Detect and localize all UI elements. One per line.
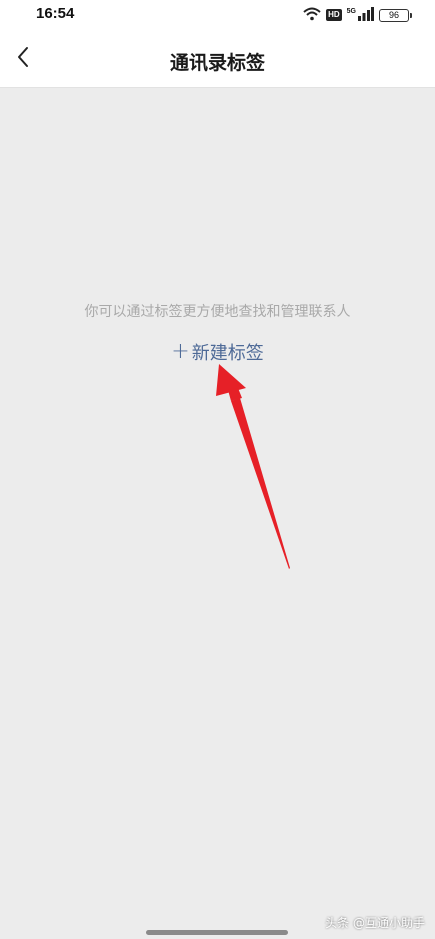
plus-icon: + bbox=[171, 339, 190, 364]
hd-icon: HD bbox=[326, 9, 342, 21]
status-icons: HD 5G 96 bbox=[303, 6, 412, 25]
battery-level: 96 bbox=[388, 10, 399, 20]
watermark: 头条 @互通小助手 bbox=[325, 916, 425, 930]
title-bar: 通讯录标签 bbox=[0, 32, 435, 88]
battery-icon: 96 bbox=[379, 8, 412, 22]
screen: 16:54 HD 5G 96 通讯录标签 你可以通过标签更方便地查找和管理联系人… bbox=[0, 0, 435, 939]
status-time: 16:54 bbox=[36, 5, 75, 22]
empty-state-hint: 你可以通过标签更方便地查找和管理联系人 bbox=[84, 304, 351, 320]
page-title: 通讯录标签 bbox=[169, 52, 265, 74]
home-indicator[interactable] bbox=[146, 930, 288, 935]
new-tag-label: 新建标签 bbox=[191, 343, 264, 364]
annotation-arrow bbox=[216, 364, 290, 569]
network-type: 5G bbox=[346, 7, 356, 15]
status-bar: 16:54 HD 5G 96 bbox=[0, 0, 435, 32]
new-tag-button[interactable]: + 新建标签 bbox=[0, 339, 435, 365]
wifi-icon bbox=[303, 6, 321, 25]
signal-icon bbox=[358, 6, 374, 25]
